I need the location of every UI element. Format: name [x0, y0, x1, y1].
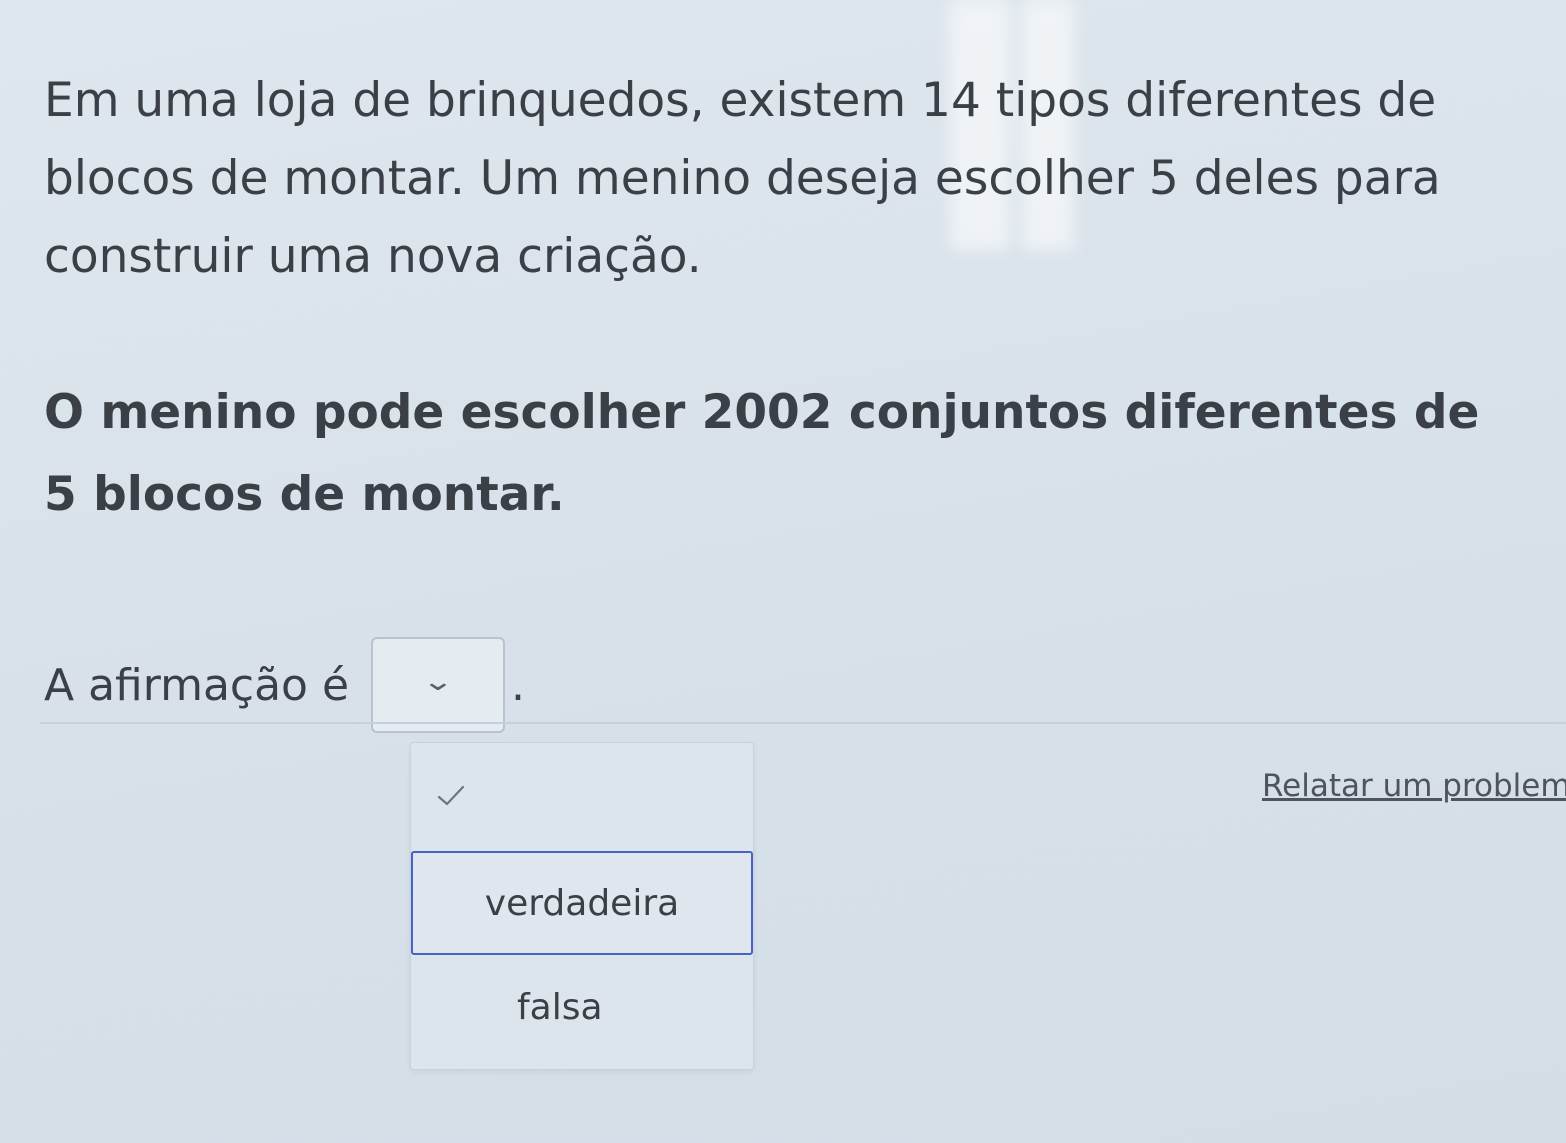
chevron-down-icon: ⌄	[421, 667, 455, 697]
report-problem-link[interactable]: Relatar um problem	[1262, 768, 1566, 804]
answer-select[interactable]: ⌄	[371, 637, 506, 733]
check-icon	[437, 785, 465, 806]
problem-text: Em uma loja de brinquedos, existem 14 ti…	[44, 73, 1441, 284]
answer-label: A afirmação é	[44, 659, 350, 711]
statement-text: O menino pode escolher 2002 conjuntos di…	[44, 385, 1480, 522]
option-falsa[interactable]: falsa	[411, 955, 753, 1059]
option-verdadeira[interactable]: verdadeira	[411, 851, 753, 955]
answer-line: A afirmação é ⌄ .	[44, 637, 526, 733]
divider	[40, 722, 1566, 724]
answer-suffix: .	[511, 659, 526, 711]
dropdown-menu: verdadeira falsa	[410, 742, 754, 1070]
